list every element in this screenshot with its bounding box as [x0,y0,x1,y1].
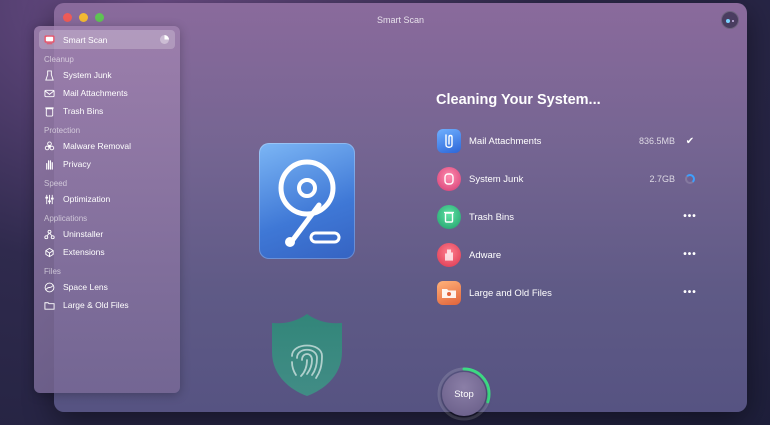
hard-drive-icon [278,159,341,247]
stop-control: Stop [436,366,492,422]
space-lens-icon [44,282,55,293]
task-label: Large and Old Files [469,287,552,299]
hard-drive-illustration [259,143,355,259]
sidebar-item-space-lens[interactable]: Space Lens [39,278,175,296]
shield-fingerprint-icon [272,314,342,396]
pending-dots-icon: ••• [683,249,697,260]
sidebar-item-label: Malware Removal [63,141,132,151]
sidebar-item-malware-removal[interactable]: Malware Removal [39,137,175,155]
sidebar-section-title: Protection [44,126,81,135]
adware-icon [437,243,461,267]
task-label: Mail Attachments [469,135,542,147]
mail-icon [44,88,55,99]
sidebar-item-label: Privacy [63,159,91,169]
sidebar-item-smart-scan[interactable]: Smart Scan [39,30,175,49]
hand-icon [44,159,55,170]
sidebar-item-trash-bins[interactable]: Trash Bins [39,102,175,120]
smart-scan-icon [44,34,55,45]
sidebar-item-extensions[interactable]: Extensions [39,243,175,261]
biohazard-icon [44,140,55,152]
sidebar-item-mail-attachments[interactable]: Mail Attachments [39,84,175,102]
assistant-icon[interactable] [721,11,739,29]
system-junk-icon [437,167,461,191]
sidebar-item-optimization[interactable]: Optimization [39,190,175,208]
sidebar-section-title: Applications [44,214,88,223]
page-title: Cleaning Your System... [436,92,601,108]
stop-button[interactable]: Stop [442,372,486,416]
task-row-system-junk: System Junk 2.7GB [437,166,697,192]
sidebar-item-label: Space Lens [63,282,108,292]
sidebar-item-label: Large & Old Files [63,300,129,310]
trash-icon [44,106,55,117]
sidebar: Smart Scan Cleanup System Junk Mail Atta… [34,26,180,393]
uninstaller-icon [44,229,55,240]
task-label: Adware [469,249,502,261]
sidebar-item-uninstaller[interactable]: Uninstaller [39,225,175,243]
sidebar-section-title: Cleanup [44,55,74,64]
task-row-adware: Adware ••• [437,242,697,268]
sidebar-item-system-junk[interactable]: System Junk [39,66,175,84]
large-old-files-icon [437,281,461,305]
sidebar-item-label: Extensions [63,247,105,257]
trash-bins-icon [437,205,461,229]
sidebar-item-large-old-files[interactable]: Large & Old Files [39,296,175,314]
task-size: 2.7GB [649,174,675,184]
sliders-icon [44,194,55,205]
scan-progress-pie-icon [160,35,169,44]
mail-attachments-icon [437,129,461,153]
pending-dots-icon: ••• [683,211,697,222]
task-row-mail-attachments: Mail Attachments 836.5MB ✔ [437,128,697,154]
sidebar-item-label: Mail Attachments [63,88,128,98]
task-label: Trash Bins [469,211,515,223]
sidebar-item-label: Uninstaller [63,229,104,239]
broom-icon [44,69,55,81]
window-title: Smart Scan [376,15,425,25]
sidebar-section-title: Speed [44,179,68,188]
sidebar-item-label: Trash Bins [63,106,104,116]
folder-icon [44,300,55,311]
pending-dots-icon: ••• [683,287,697,298]
extensions-icon [44,247,55,258]
sidebar-item-label: System Junk [63,70,112,80]
task-label: System Junk [469,173,524,185]
task-row-large-old-files: Large and Old Files ••• [437,280,697,306]
sidebar-item-privacy[interactable]: Privacy [39,155,175,173]
progress-spinner-icon [683,172,697,186]
sidebar-section-title: Files [44,267,61,276]
task-row-trash-bins: Trash Bins ••• [437,204,697,230]
task-size: 836.5MB [638,136,675,146]
sidebar-item-label: Smart Scan [63,34,108,45]
sidebar-item-label: Optimization [63,194,111,204]
checkmark-icon: ✔ [685,135,695,147]
